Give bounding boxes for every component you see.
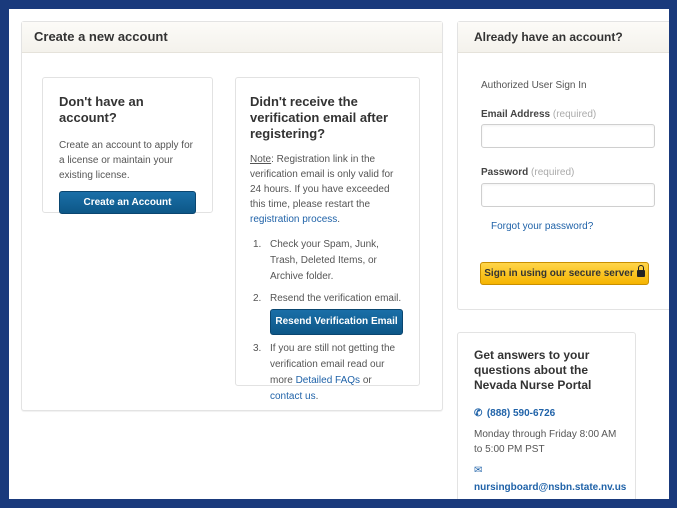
page: Create a new account Don't have an accou… [9,9,669,499]
password-label: Password (required) [481,167,574,178]
verification-card: Didn't receive the verification email af… [235,77,420,402]
email-label-text: Email Address [481,109,551,120]
password-label-text: Password [481,167,529,178]
lock-icon [636,265,645,277]
verification-note: Note: Registration link in the verificat… [250,152,405,227]
step-1-text: Check your Spam, Junk, Trash, Deleted It… [270,239,379,282]
signin-button[interactable]: Sign in using our secure server [480,262,649,285]
signin-button-label: Sign in using our secure server [484,268,634,279]
contact-us-link[interactable]: contact us [270,391,316,402]
forgot-password-link[interactable]: Forgot your password? [491,221,593,232]
step-3-mid: or [360,375,372,386]
help-heading: Get answers to your questions about the … [474,348,592,392]
create-account-button[interactable]: Create an Account [59,191,196,214]
password-required: (required) [531,167,575,178]
step-3-number: 3. [253,343,262,354]
signin-subtitle: Authorized User Sign In [481,80,587,91]
signin-panel-title: Already have an account? [458,22,669,53]
note-end: . [337,214,341,225]
step-1-number: 1. [253,239,262,250]
verification-steps: 1. Check your Spam, Junk, Trash, Deleted… [250,237,405,405]
help-email-link[interactable]: nursingboard@nsbn.state.nv.us [474,482,626,493]
no-account-text: Create an account to apply for a license… [59,140,193,181]
help-phone-row: ✆ (888) 590-6726 [474,403,621,421]
step-2-number: 2. [253,293,262,304]
help-card: Get answers to your questions about the … [457,332,636,499]
envelope-icon: ✉ [474,465,483,476]
no-account-heading: Don't have an account? [59,94,144,125]
password-field[interactable] [481,183,655,207]
step-1: 1. Check your Spam, Junk, Trash, Deleted… [250,237,405,285]
email-field[interactable] [481,124,655,148]
resend-verification-button[interactable]: Resend Verification Email [270,309,403,335]
step-3: 3. If you are still not getting the veri… [250,341,405,405]
detailed-faqs-link[interactable]: Detailed FAQs [296,375,360,386]
note-label: Note [250,154,272,165]
help-hours: Monday through Friday 8:00 AM to 5:00 PM… [474,429,617,455]
email-required: (required) [552,109,597,120]
step-2-text: Resend the verification email. [270,293,402,304]
step-2: 2. Resend the verification email. Resend… [250,291,405,335]
create-account-panel-title: Create a new account [22,22,442,53]
step-3-end: . [315,391,319,402]
email-label: Email Address (required) [481,109,596,120]
no-account-card: Don't have an account? Create an account… [42,77,213,214]
registration-process-link[interactable]: registration process [250,214,337,225]
verification-heading: Didn't receive the verification email af… [250,94,388,141]
note-text: : Registration link in the verification … [250,154,394,210]
create-account-panel: Create a new account Don't have an accou… [21,21,443,411]
phone-icon: ✆ [474,408,483,419]
help-phone-link[interactable]: (888) 590-6726 [487,408,555,419]
signin-panel: Already have an account? Authorized User… [457,21,669,310]
